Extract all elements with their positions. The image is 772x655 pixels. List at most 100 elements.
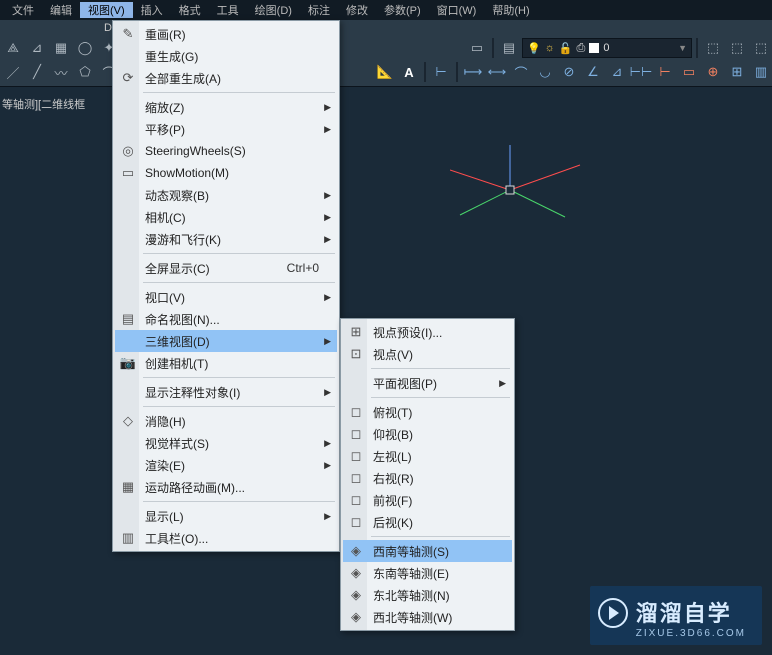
menu-item-label: 重生成(G) <box>145 48 198 65</box>
view_menu-item[interactable]: 三维视图(D) ▶ <box>115 330 337 352</box>
dim-y-icon[interactable]: ▥ <box>750 61 772 83</box>
mirror-icon[interactable]: ⟁ <box>2 37 24 59</box>
view_menu-item[interactable]: ⟳全部重生成(A) <box>115 67 337 89</box>
color-swatch <box>589 43 599 53</box>
dim-x-icon[interactable]: ⊞ <box>726 61 748 83</box>
layer-match-icon[interactable]: ⬚ <box>750 37 772 59</box>
submenu_3d-item[interactable]: ◻俯视(T) <box>343 401 512 423</box>
grid-icon[interactable]: ▦ <box>50 37 72 59</box>
menu-item-label: 后视(K) <box>373 514 413 531</box>
polygon-icon[interactable]: ⬠ <box>74 61 96 83</box>
xline-icon[interactable]: ╱ <box>26 61 48 83</box>
dim-arc-icon[interactable]: ⌒ <box>510 61 532 83</box>
menu-insert[interactable]: 插入 <box>133 2 171 18</box>
line-tool-icon[interactable]: ／ <box>2 61 24 83</box>
dim-cen-icon[interactable]: ⊕ <box>702 61 724 83</box>
menu-format[interactable]: 格式 <box>171 2 209 18</box>
submenu_3d-item[interactable]: ◈西南等轴测(S) <box>343 540 512 562</box>
view_menu-item[interactable]: 动态观察(B)▶ <box>115 184 337 206</box>
menu-draw[interactable]: 绘图(D) <box>247 2 300 18</box>
submenu_3d-item[interactable]: ⊡视点(V) <box>343 343 512 365</box>
viewport-label[interactable]: 等轴测][二维线框 <box>0 92 100 116</box>
view_menu-item[interactable]: 视觉样式(S)▶ <box>115 432 337 454</box>
view_menu-item[interactable]: ▥工具栏(O)... <box>115 527 337 549</box>
view_menu-item[interactable]: ▭ShowMotion(M) <box>115 162 337 184</box>
cube-icon: ◻ <box>347 403 365 421</box>
anim-icon: ▦ <box>119 478 137 496</box>
dim-tol-icon[interactable]: ▭ <box>678 61 700 83</box>
view_menu-item[interactable]: 显示(L)▶ <box>115 505 337 527</box>
layer-props-icon[interactable]: ▤ <box>498 37 520 59</box>
dim2-icon[interactable]: ⟷ <box>486 61 508 83</box>
view_menu-item[interactable]: ▤命名视图(N)... <box>115 308 337 330</box>
view_menu-item[interactable]: 显示注释性对象(I)▶ <box>115 381 337 403</box>
submenu_3d-item[interactable]: ◻ 左视(L) <box>343 445 512 467</box>
view_menu-item[interactable]: 平移(P)▶ <box>115 118 337 140</box>
submenu_3d-item[interactable]: ◻右视(R) <box>343 467 512 489</box>
submenu_3d-item[interactable]: ◈东北等轴测(N) <box>343 584 512 606</box>
menu-edit[interactable]: 编辑 <box>42 2 80 18</box>
text-tool-icon[interactable]: A <box>398 61 420 83</box>
dim-ang-icon[interactable]: ∠ <box>582 61 604 83</box>
layer-combo[interactable]: 💡 ☼ 🔓 ⎙ 0 ▼ <box>522 38 692 58</box>
view_menu-item[interactable]: 相机(C)▶ <box>115 206 337 228</box>
view_menu-item[interactable]: 缩放(Z)▶ <box>115 96 337 118</box>
cube-icon: ◻ <box>347 447 365 465</box>
view_menu-item[interactable]: 渲染(E)▶ <box>115 454 337 476</box>
view_menu-item[interactable]: 漫游和飞行(K)▶ <box>115 228 337 250</box>
menu-item-label: 左视(L) <box>373 448 412 465</box>
ruler-icon[interactable]: 📐 <box>374 61 396 83</box>
layer-state-icon[interactable]: ⬚ <box>726 37 748 59</box>
dim1-icon[interactable]: ⟼ <box>462 61 484 83</box>
layer-1-icon[interactable]: ▭ <box>466 37 488 59</box>
iso-icon: ◈ <box>347 608 365 626</box>
ucs-icon[interactable]: ⊿ <box>26 37 48 59</box>
menu-item-label: 缩放(Z) <box>145 99 184 116</box>
menu-params[interactable]: 参数(P) <box>376 2 429 18</box>
iso-icon: ◈ <box>347 542 365 560</box>
view_menu-item[interactable]: ✎重画(R) <box>115 23 337 45</box>
view_menu-item[interactable]: ▦运动路径动画(M)... <box>115 476 337 498</box>
menu-help[interactable]: 帮助(H) <box>484 2 537 18</box>
submenu_3d-item[interactable]: ◻后视(K) <box>343 511 512 533</box>
menu-file[interactable]: 文件 <box>4 2 42 18</box>
menu-view[interactable]: 视图(V) <box>80 2 133 18</box>
chevron-right-icon: ▶ <box>324 460 331 471</box>
menu-item-label: 右视(R) <box>373 470 414 487</box>
menu-tools[interactable]: 工具 <box>209 2 247 18</box>
dim-dia-icon[interactable]: ⊘ <box>558 61 580 83</box>
submenu_3d-item[interactable]: ◈东南等轴测(E) <box>343 562 512 584</box>
view_menu-item[interactable]: 视口(V)▶ <box>115 286 337 308</box>
dim-ord-icon[interactable]: ⊿ <box>606 61 628 83</box>
polyline-icon[interactable]: 〰 <box>50 61 72 83</box>
dim-linear-icon[interactable]: ⊢ <box>430 61 452 83</box>
view_menu-item[interactable]: 📷创建相机(T) <box>115 352 337 374</box>
submenu_3d-item[interactable]: ◈西北等轴测(W) <box>343 606 512 628</box>
menu-item-label: 三维视图(D) <box>145 333 210 350</box>
menu-modify[interactable]: 修改 <box>338 2 376 18</box>
layer-iso-icon[interactable]: ⬚ <box>702 37 724 59</box>
circle-tool-icon[interactable]: ◯ <box>74 37 96 59</box>
menu-dimension[interactable]: 标注 <box>300 2 338 18</box>
view_menu-item[interactable]: 重生成(G) <box>115 45 337 67</box>
namedview-icon: ▤ <box>119 310 137 328</box>
chevron-right-icon: ▶ <box>324 336 331 347</box>
menu-item-label: 视口(V) <box>145 289 185 306</box>
view_menu-item[interactable]: ◎SteeringWheels(S) <box>115 140 337 162</box>
submenu_3d-item[interactable]: ◻仰视(B) <box>343 423 512 445</box>
view-menu: ✎重画(R)重生成(G)⟳全部重生成(A)缩放(Z)▶平移(P)▶◎Steeri… <box>112 20 340 552</box>
dim-cont-icon[interactable]: ⊢ <box>654 61 676 83</box>
menu-item-label: 视点(V) <box>373 346 413 363</box>
menu-window[interactable]: 窗口(W) <box>429 2 485 18</box>
regenall-icon: ⟳ <box>119 69 137 87</box>
dim-base-icon[interactable]: ⊢⊢ <box>630 61 652 83</box>
dim-rad-icon[interactable]: ◡ <box>534 61 556 83</box>
submenu_3d-item[interactable]: ◻前视(F) <box>343 489 512 511</box>
camera-icon: 📷 <box>119 354 137 372</box>
view_menu-item[interactable]: ◇消隐(H) <box>115 410 337 432</box>
submenu_3d-item[interactable]: 平面视图(P)▶ <box>343 372 512 394</box>
menu-item-label: 重画(R) <box>145 26 186 43</box>
submenu_3d-item[interactable]: ⊞视点预设(I)... <box>343 321 512 343</box>
watermark-title: 溜溜自学 <box>636 596 746 628</box>
view_menu-item[interactable]: 全屏显示(C)Ctrl+0 <box>115 257 337 279</box>
